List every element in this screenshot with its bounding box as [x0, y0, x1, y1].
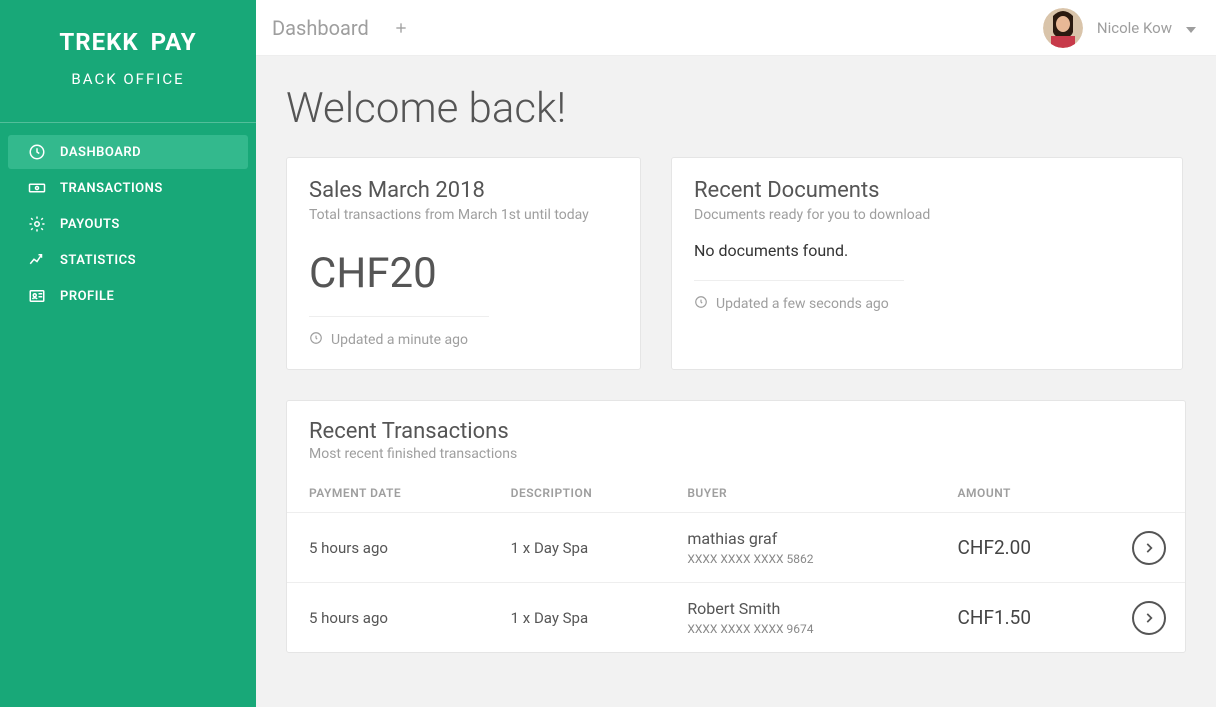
clock-icon	[694, 295, 708, 313]
cell-amount: CHF1.50	[936, 583, 1092, 653]
content: Welcome back! Sales March 2018 Total tra…	[256, 56, 1216, 707]
sales-value: CHF20	[309, 249, 618, 298]
documents-updated: Updated a few seconds ago	[694, 280, 904, 313]
table-row: 5 hours ago 1 x Day Spa mathias graf XXX…	[287, 513, 1185, 583]
transactions-subtitle: Most recent finished transactions	[309, 446, 1163, 462]
sales-updated-text: Updated a minute ago	[331, 332, 468, 348]
col-header-action	[1091, 474, 1185, 513]
sidebar-item-profile[interactable]: PROFILE	[8, 279, 248, 313]
clock-icon	[309, 331, 323, 349]
transactions-title: Recent Transactions	[309, 419, 1163, 444]
documents-updated-text: Updated a few seconds ago	[716, 296, 889, 312]
cell-action	[1091, 513, 1185, 583]
col-header-date: PAYMENT DATE	[287, 474, 489, 513]
transactions-card: Recent Transactions Most recent finished…	[286, 400, 1186, 653]
chevron-down-icon	[1186, 18, 1196, 37]
user-name: Nicole Kow	[1097, 19, 1172, 37]
buyer-card: XXXX XXXX XXXX 9674	[687, 622, 935, 636]
clock-icon	[28, 143, 46, 161]
documents-card: Recent Documents Documents ready for you…	[671, 157, 1183, 370]
sidebar-item-label: TRANSACTIONS	[60, 181, 163, 196]
cell-amount: CHF2.00	[936, 513, 1092, 583]
col-header-amount: AMOUNT	[936, 474, 1092, 513]
sidebar-item-payouts[interactable]: PAYOUTS	[8, 207, 248, 241]
documents-body: No documents found.	[694, 241, 1160, 260]
buyer-card: XXXX XXXX XXXX 5862	[687, 552, 935, 566]
table-row: 5 hours ago 1 x Day Spa Robert Smith XXX…	[287, 583, 1185, 653]
sales-title: Sales March 2018	[309, 178, 618, 203]
id-icon	[28, 287, 46, 305]
sidebar-nav: DASHBOARD TRANSACTIONS PAYOUTS STATISTIC…	[0, 122, 256, 315]
brand-subtitle: BACK OFFICE	[20, 70, 236, 88]
cell-description: 1 x Day Spa	[489, 513, 666, 583]
summary-cards: Sales March 2018 Total transactions from…	[286, 157, 1186, 370]
transactions-header: Recent Transactions Most recent finished…	[287, 401, 1185, 474]
cell-date: 5 hours ago	[287, 583, 489, 653]
buyer-name: Robert Smith	[687, 599, 935, 618]
sidebar-item-dashboard[interactable]: DASHBOARD	[8, 135, 248, 169]
gear-icon	[28, 215, 46, 233]
sidebar-item-label: PAYOUTS	[60, 217, 120, 232]
cell-date: 5 hours ago	[287, 513, 489, 583]
documents-title: Recent Documents	[694, 178, 1160, 203]
brand-name-b: PAY	[151, 28, 197, 56]
user-menu[interactable]: Nicole Kow	[1043, 8, 1196, 48]
main: Dashboard Nicole Kow Welcome back! Sales…	[256, 0, 1216, 707]
sidebar-item-label: PROFILE	[60, 289, 114, 304]
cell-description: 1 x Day Spa	[489, 583, 666, 653]
page-title: Welcome back!	[286, 84, 1186, 133]
add-button[interactable]	[393, 20, 409, 36]
cell-action	[1091, 583, 1185, 653]
topbar-left: Dashboard	[272, 16, 409, 40]
chart-icon	[28, 251, 46, 269]
sidebar-item-transactions[interactable]: TRANSACTIONS	[8, 171, 248, 205]
col-header-description: DESCRIPTION	[489, 474, 666, 513]
breadcrumb[interactable]: Dashboard	[272, 16, 369, 40]
cell-buyer: Robert Smith XXXX XXXX XXXX 9674	[665, 583, 935, 653]
avatar	[1043, 8, 1083, 48]
sales-subtitle: Total transactions from March 1st until …	[309, 207, 618, 223]
brand: TREKK PAY BACK OFFICE	[0, 0, 256, 100]
topbar: Dashboard Nicole Kow	[256, 0, 1216, 56]
sales-card: Sales March 2018 Total transactions from…	[286, 157, 641, 370]
table-header-row: PAYMENT DATE DESCRIPTION BUYER AMOUNT	[287, 474, 1185, 513]
sidebar-item-label: DASHBOARD	[60, 145, 141, 160]
cash-icon	[28, 179, 46, 197]
buyer-name: mathias graf	[687, 529, 935, 548]
sidebar-item-label: STATISTICS	[60, 253, 136, 268]
brand-logo: TREKK PAY	[20, 28, 236, 56]
sidebar-item-statistics[interactable]: STATISTICS	[8, 243, 248, 277]
view-transaction-button[interactable]	[1132, 531, 1166, 565]
brand-name-a: TREKK	[59, 28, 138, 56]
transactions-table: PAYMENT DATE DESCRIPTION BUYER AMOUNT 5 …	[287, 474, 1185, 652]
col-header-buyer: BUYER	[665, 474, 935, 513]
view-transaction-button[interactable]	[1132, 601, 1166, 635]
sales-updated: Updated a minute ago	[309, 316, 489, 349]
documents-subtitle: Documents ready for you to download	[694, 207, 1160, 223]
cell-buyer: mathias graf XXXX XXXX XXXX 5862	[665, 513, 935, 583]
sidebar: TREKK PAY BACK OFFICE DASHBOARD TRANSACT…	[0, 0, 256, 707]
